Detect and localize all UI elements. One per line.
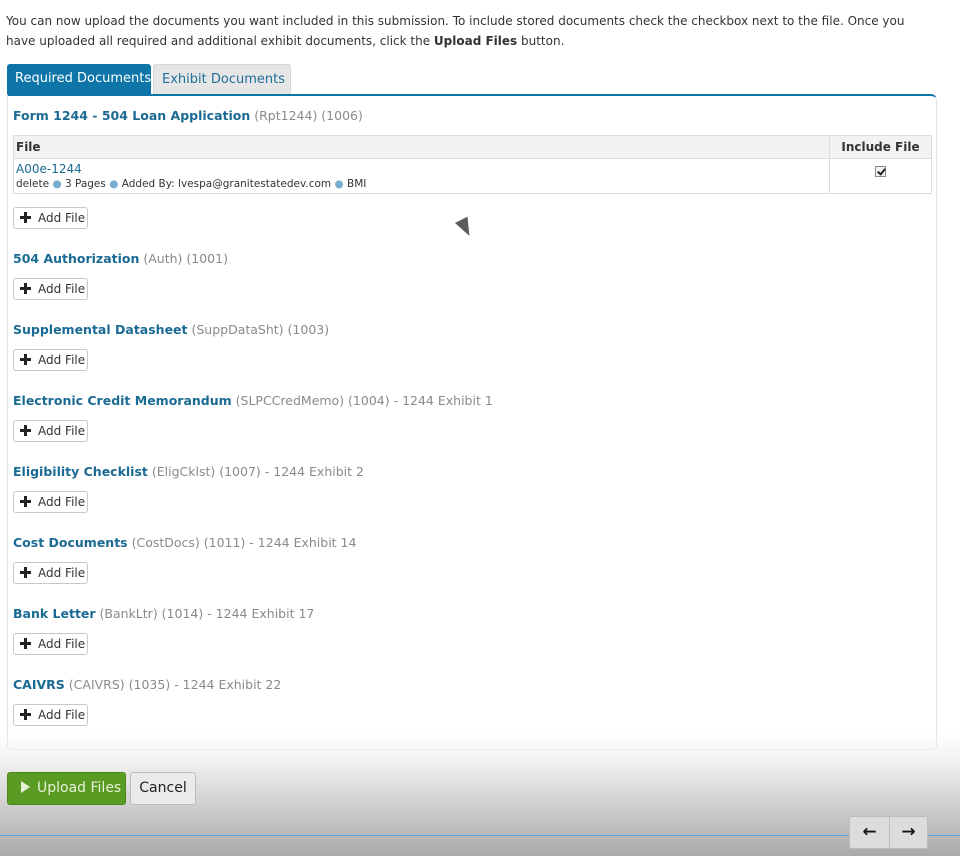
section-title-cost-documents: Cost Documents (CostDocs) (1011) - 1244 … — [13, 535, 356, 550]
tab-exhibit-documents[interactable]: Exhibit Documents — [153, 64, 291, 94]
instructions-text: You can now upload the documents you wan… — [6, 14, 905, 48]
bullet-separator: ● — [109, 178, 119, 190]
file-meta: delete ● 3 Pages ● Added By: lvespa@gran… — [16, 178, 827, 190]
files-table: File Include File A00e-1244 delete ● 3 P… — [13, 135, 932, 194]
file-cell: A00e-1244 delete ● 3 Pages ● Added By: l… — [13, 158, 830, 194]
plus-icon — [20, 283, 31, 294]
organization: BMI — [347, 178, 367, 190]
plus-icon — [20, 567, 31, 578]
file-name-link[interactable]: A00e-1244 — [16, 162, 827, 176]
arrow-right-icon[interactable]: → — [889, 817, 928, 848]
section-name[interactable]: Form 1244 - 504 Loan Application — [13, 108, 250, 123]
section-title-supplemental-datasheet: Supplemental Datasheet (SuppDataSht) (10… — [13, 322, 329, 337]
section-name[interactable]: Bank Letter — [13, 606, 96, 621]
tab-required-documents[interactable]: Required Documents — [7, 64, 151, 94]
add-file-button[interactable]: Add File — [13, 420, 88, 442]
cancel-button[interactable]: Cancel — [130, 772, 196, 805]
section-meta: (SLPCCredMemo) (1004) - 1244 Exhibit 1 — [231, 393, 493, 408]
section-name[interactable]: Supplemental Datasheet — [13, 322, 188, 337]
section-meta: (BankLtr) (1014) - 1244 Exhibit 17 — [95, 606, 315, 621]
arrow-left-icon[interactable]: ← — [850, 817, 890, 848]
bullet-separator: ● — [334, 178, 344, 190]
section-name[interactable]: Cost Documents — [13, 535, 128, 550]
plus-icon — [20, 354, 31, 365]
upload-files-button[interactable]: Upload Files — [7, 772, 126, 805]
section-meta: (CostDocs) (1011) - 1244 Exhibit 14 — [127, 535, 357, 550]
pager-nav: ← → — [849, 816, 928, 849]
section-meta: (Rpt1244) (1006) — [250, 108, 363, 123]
upload-files-emphasis: Upload Files — [433, 34, 518, 48]
section-title-form-1244: Form 1244 - 504 Loan Application (Rpt124… — [13, 108, 363, 123]
section-name[interactable]: Electronic Credit Memorandum — [13, 393, 232, 408]
divider-line — [0, 835, 960, 836]
add-file-button[interactable]: Add File — [13, 349, 88, 371]
section-title-electronic-credit-memorandum: Electronic Credit Memorandum (SLPCCredMe… — [13, 393, 493, 408]
play-icon — [21, 781, 30, 793]
section-meta: (Auth) (1001) — [139, 251, 228, 266]
include-file-cell — [829, 158, 932, 194]
section-name[interactable]: 504 Authorization — [13, 251, 139, 266]
table-row: A00e-1244 delete ● 3 Pages ● Added By: l… — [13, 158, 932, 194]
add-file-button[interactable]: Add File — [13, 704, 88, 726]
section-title-eligibility-checklist: Eligibility Checklist (EligCklst) (1007)… — [13, 464, 364, 479]
section-title-bank-letter: Bank Letter (BankLtr) (1014) - 1244 Exhi… — [13, 606, 314, 621]
plus-icon — [20, 638, 31, 649]
section-name[interactable]: CAIVRS — [13, 677, 65, 692]
section-meta: (SuppDataSht) (1003) — [187, 322, 330, 337]
delete-link[interactable]: delete — [16, 178, 49, 190]
plus-icon — [20, 496, 31, 507]
section-title-caivrs: CAIVRS (CAIVRS) (1035) - 1244 Exhibit 22 — [13, 677, 281, 692]
plus-icon — [20, 709, 31, 720]
add-file-button[interactable]: Add File — [13, 207, 88, 229]
add-file-button[interactable]: Add File — [13, 278, 88, 300]
add-file-button[interactable]: Add File — [13, 491, 88, 513]
plus-icon — [20, 425, 31, 436]
add-file-button[interactable]: Add File — [13, 562, 88, 584]
add-file-button[interactable]: Add File — [13, 633, 88, 655]
include-file-checkbox[interactable] — [875, 166, 886, 177]
section-meta: (CAIVRS) (1035) - 1244 Exhibit 22 — [64, 677, 282, 692]
plus-icon — [20, 212, 31, 223]
section-meta: (EligCklst) (1007) - 1244 Exhibit 2 — [147, 464, 364, 479]
added-by: Added By: lvespa@granitestatedev.com — [121, 178, 332, 190]
bullet-separator: ● — [52, 178, 62, 190]
table-header-row: File Include File — [13, 135, 932, 159]
section-title-504-authorization: 504 Authorization (Auth) (1001) — [13, 251, 228, 266]
page-count: 3 Pages — [64, 178, 106, 190]
column-header-include-file: Include File — [829, 135, 932, 159]
column-header-file: File — [13, 135, 830, 159]
section-name[interactable]: Eligibility Checklist — [13, 464, 148, 479]
